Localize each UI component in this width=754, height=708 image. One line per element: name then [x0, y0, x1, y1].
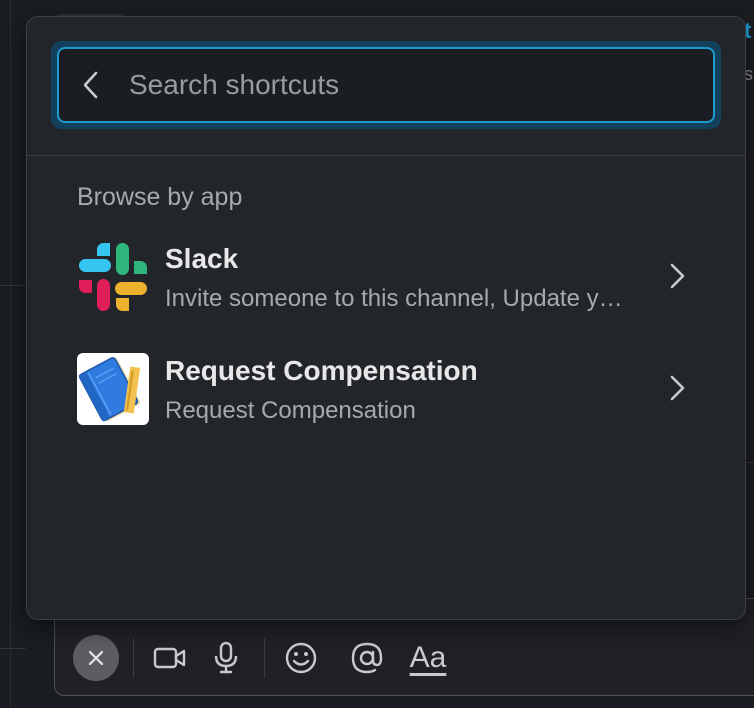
search-shortcuts-input[interactable]: [123, 49, 713, 121]
close-icon: [88, 650, 104, 666]
chevron-left-icon: [83, 71, 98, 99]
app-name: Request Compensation: [165, 355, 478, 386]
app-item-request-compensation[interactable]: Request Compensation Request Compensatio…: [27, 343, 745, 443]
blue-book-app-icon: [77, 353, 149, 425]
formatting-icon: Aa: [409, 641, 447, 674]
close-shortcuts-button[interactable]: [73, 635, 119, 681]
app-window: t s.: [0, 0, 754, 708]
popup-divider: [27, 155, 745, 156]
slack-logo-icon: [77, 241, 149, 313]
composer-toolbar: Aa: [73, 635, 451, 681]
chevron-right-icon: [670, 375, 685, 401]
back-button[interactable]: [59, 49, 123, 121]
mention-icon: [351, 642, 383, 674]
microphone-icon: [214, 641, 238, 674]
emoji-button[interactable]: [279, 636, 323, 680]
section-label-browse-by-app: Browse by app: [77, 183, 243, 211]
video-clip-button[interactable]: [148, 636, 192, 680]
toolbar-separator: [264, 638, 265, 678]
search-box: [57, 47, 715, 123]
app-description: Request Compensation: [165, 397, 416, 424]
background-divider: [0, 648, 26, 649]
video-icon: [153, 647, 186, 669]
app-item-slack[interactable]: Slack Invite someone to this channel, Up…: [27, 231, 745, 331]
app-name: Slack: [165, 243, 239, 274]
app-description: Invite someone to this channel, Update y…: [165, 285, 623, 312]
mention-button[interactable]: [345, 636, 389, 680]
background-divider: [0, 285, 26, 286]
toolbar-separator: [133, 638, 134, 678]
emoji-icon: [285, 642, 317, 674]
sidebar-divider: [10, 0, 11, 708]
audio-clip-button[interactable]: [204, 636, 248, 680]
shortcuts-popup: Browse by app: [26, 16, 746, 620]
formatting-button[interactable]: Aa: [405, 636, 449, 680]
search-focus-ring: [51, 41, 721, 129]
chevron-right-icon: [670, 263, 685, 289]
